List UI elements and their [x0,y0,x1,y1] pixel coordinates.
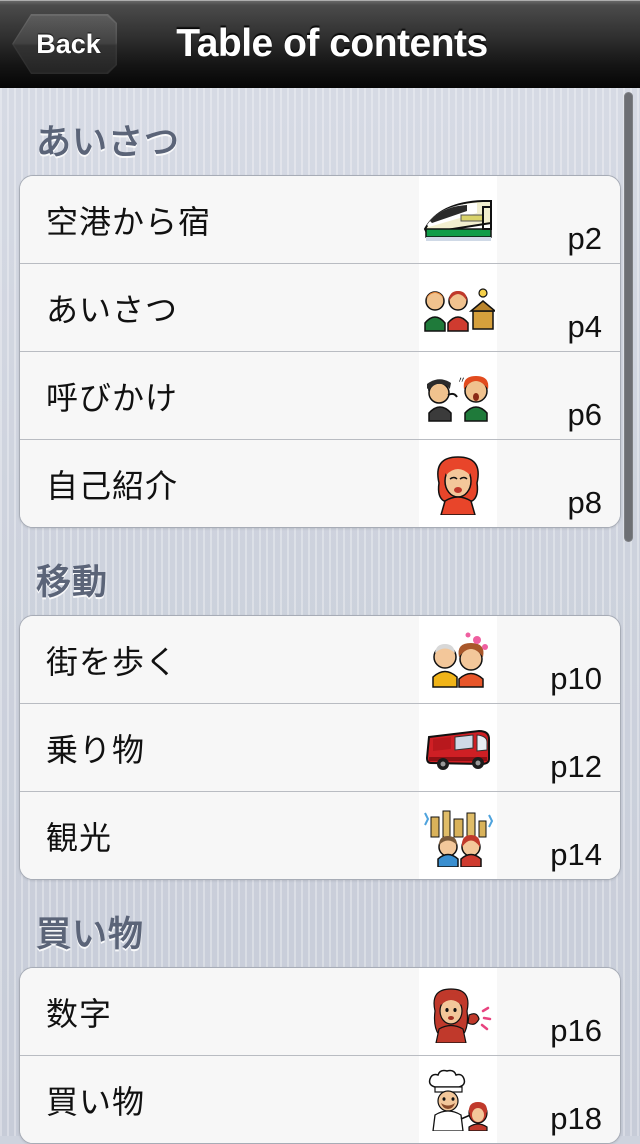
toc-list: 街を歩く p10 乗り物 p12 観光 p14 [19,615,621,880]
toc-section: 移動 街を歩く p10 乗り物 p12 観光 p14 [0,528,640,880]
toc-row[interactable]: 街を歩く p10 [20,616,620,703]
back-button[interactable]: Back [12,14,117,74]
toc-row-label: 乗り物 [46,731,146,768]
toc-row-page-number: p4 [567,309,602,344]
toc-row-label: 観光 [46,819,113,856]
calling-out-icon: 〃 [419,352,497,439]
section-title: あいさつ [36,123,181,162]
toc-row-page-number: p12 [550,749,602,784]
toc-row-label: 数字 [46,995,113,1032]
toc-row-page-number: p2 [567,221,602,256]
toc-row-page-number: p14 [550,837,602,872]
section-title: 買い物 [36,915,145,954]
toc-row[interactable]: 買い物 p18 [20,1055,620,1143]
toc-row-page-number: p10 [550,661,602,696]
toc-row-page-number: p6 [567,397,602,432]
toc-row[interactable]: あいさつ p4 [20,263,620,351]
toc-row-label: 街を歩く [46,643,179,680]
toc-list: 数字 p16 買い物 p18 [19,967,621,1144]
toc-row-label: 呼びかけ [46,379,179,416]
toc-row[interactable]: 数字 p16 [20,968,620,1055]
woman-counting-icon [419,968,497,1055]
toc-row[interactable]: 乗り物 p12 [20,703,620,791]
toc-row[interactable]: 空港から宿 p2 [20,176,620,263]
table-of-contents-scroll-area[interactable]: あいさつ 空港から宿 p2 あいさつ p4 呼びかけ 〃 p6 自己紹介 p8 … [0,88,640,1144]
toc-row-label: 空港から宿 [46,203,212,240]
toc-row-label: 自己紹介 [46,467,179,504]
sightseeing-icon [419,792,497,879]
section-title: 移動 [36,563,109,602]
navigation-bar: Table of contents Back [0,0,640,88]
toc-row-page-number: p8 [567,485,602,520]
toc-row-label: 買い物 [46,1083,146,1120]
couple-walking-icon [419,616,497,703]
chef-shopping-icon [419,1056,497,1143]
two-people-greeting-icon [419,264,497,351]
red-bus-icon [419,704,497,791]
toc-section: あいさつ 空港から宿 p2 あいさつ p4 呼びかけ 〃 p6 自己紹介 p8 [0,88,640,528]
toc-row[interactable]: 自己紹介 p8 [20,439,620,527]
toc-list: 空港から宿 p2 あいさつ p4 呼びかけ 〃 p6 自己紹介 p8 [19,175,621,528]
toc-row[interactable]: 観光 p14 [20,791,620,879]
woman-portrait-icon [419,440,497,527]
bullet-train-icon [419,176,497,263]
toc-row-page-number: p16 [550,1013,602,1048]
back-button-label: Back [36,28,101,59]
toc-row-label: あいさつ [46,291,179,328]
toc-row[interactable]: 呼びかけ 〃 p6 [20,351,620,439]
vertical-scrollbar[interactable] [624,92,633,542]
toc-row-page-number: p18 [550,1101,602,1136]
toc-section: 買い物 数字 p16 買い物 p18 [0,880,640,1144]
